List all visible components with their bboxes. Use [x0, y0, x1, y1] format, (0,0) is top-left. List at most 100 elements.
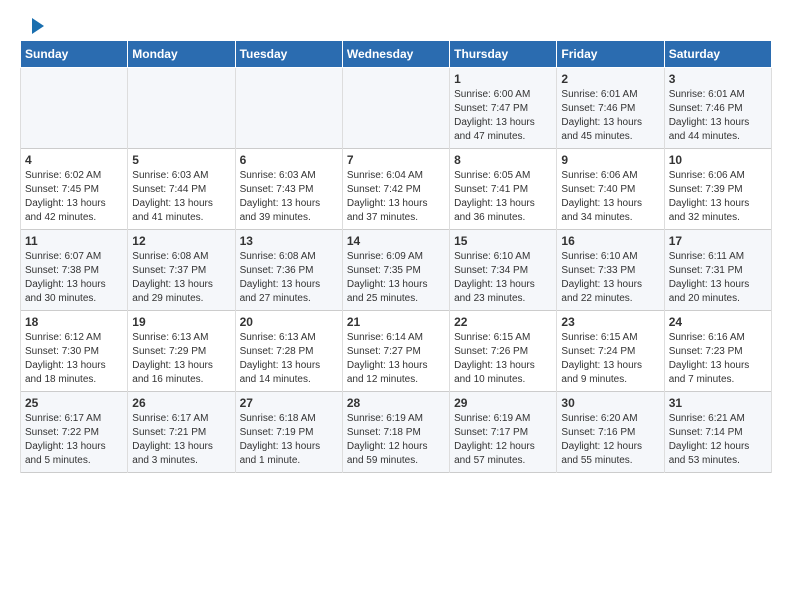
- day-info: Sunrise: 6:06 AM Sunset: 7:40 PM Dayligh…: [561, 169, 659, 225]
- day-info: Sunrise: 6:13 AM Sunset: 7:29 PM Dayligh…: [132, 331, 230, 387]
- day-number: 7: [347, 153, 445, 167]
- day-number: 5: [132, 153, 230, 167]
- day-number: 24: [669, 315, 767, 329]
- day-number: 16: [561, 234, 659, 248]
- header-cell-sunday: Sunday: [21, 41, 128, 68]
- day-number: 27: [240, 396, 338, 410]
- day-cell: 9 Sunrise: 6:06 AM Sunset: 7:40 PM Daylig…: [557, 149, 664, 230]
- day-info: Sunrise: 6:14 AM Sunset: 7:27 PM Dayligh…: [347, 331, 445, 387]
- header-cell-wednesday: Wednesday: [342, 41, 449, 68]
- day-info: Sunrise: 6:16 AM Sunset: 7:23 PM Dayligh…: [669, 331, 767, 387]
- week-row-4: 18 Sunrise: 6:12 AM Sunset: 7:30 PM Dayli…: [21, 311, 772, 392]
- day-cell: 1 Sunrise: 6:00 AM Sunset: 7:47 PM Daylig…: [450, 68, 557, 149]
- day-number: 28: [347, 396, 445, 410]
- header-cell-tuesday: Tuesday: [235, 41, 342, 68]
- day-cell: 19 Sunrise: 6:13 AM Sunset: 7:29 PM Dayli…: [128, 311, 235, 392]
- calendar-header: SundayMondayTuesdayWednesdayThursdayFrid…: [21, 41, 772, 68]
- day-cell: 29 Sunrise: 6:19 AM Sunset: 7:17 PM Dayli…: [450, 392, 557, 473]
- day-cell: [342, 68, 449, 149]
- day-cell: 28 Sunrise: 6:19 AM Sunset: 7:18 PM Dayli…: [342, 392, 449, 473]
- day-number: 4: [25, 153, 123, 167]
- header-cell-monday: Monday: [128, 41, 235, 68]
- day-info: Sunrise: 6:19 AM Sunset: 7:18 PM Dayligh…: [347, 412, 445, 468]
- day-number: 18: [25, 315, 123, 329]
- day-info: Sunrise: 6:07 AM Sunset: 7:38 PM Dayligh…: [25, 250, 123, 306]
- day-info: Sunrise: 6:10 AM Sunset: 7:34 PM Dayligh…: [454, 250, 552, 306]
- day-cell: 12Sunrise: 6:08 AM Sunset: 7:37 PM Dayli…: [128, 230, 235, 311]
- header-cell-thursday: Thursday: [450, 41, 557, 68]
- day-number: 20: [240, 315, 338, 329]
- day-info: Sunrise: 6:06 AM Sunset: 7:39 PM Dayligh…: [669, 169, 767, 225]
- day-number: 17: [669, 234, 767, 248]
- week-row-1: 1 Sunrise: 6:00 AM Sunset: 7:47 PM Daylig…: [21, 68, 772, 149]
- day-number: 19: [132, 315, 230, 329]
- day-number: 23: [561, 315, 659, 329]
- day-info: Sunrise: 6:03 AM Sunset: 7:44 PM Dayligh…: [132, 169, 230, 225]
- day-number: 1: [454, 72, 552, 86]
- day-cell: 30Sunrise: 6:20 AM Sunset: 7:16 PM Dayli…: [557, 392, 664, 473]
- logo-icon: [22, 16, 46, 34]
- day-number: 21: [347, 315, 445, 329]
- day-cell: 26Sunrise: 6:17 AM Sunset: 7:21 PM Dayli…: [128, 392, 235, 473]
- day-number: 9: [561, 153, 659, 167]
- day-info: Sunrise: 6:20 AM Sunset: 7:16 PM Dayligh…: [561, 412, 659, 468]
- day-info: Sunrise: 6:13 AM Sunset: 7:28 PM Dayligh…: [240, 331, 338, 387]
- day-number: 6: [240, 153, 338, 167]
- day-number: 31: [669, 396, 767, 410]
- day-cell: 3Sunrise: 6:01 AM Sunset: 7:46 PM Daylig…: [664, 68, 771, 149]
- day-number: 22: [454, 315, 552, 329]
- day-info: Sunrise: 6:00 AM Sunset: 7:47 PM Dayligh…: [454, 88, 552, 144]
- day-info: Sunrise: 6:12 AM Sunset: 7:30 PM Dayligh…: [25, 331, 123, 387]
- day-cell: 22 Sunrise: 6:15 AM Sunset: 7:26 PM Dayli…: [450, 311, 557, 392]
- day-cell: 13 Sunrise: 6:08 AM Sunset: 7:36 PM Dayli…: [235, 230, 342, 311]
- day-cell: 16 Sunrise: 6:10 AM Sunset: 7:33 PM Dayli…: [557, 230, 664, 311]
- day-info: Sunrise: 6:10 AM Sunset: 7:33 PM Dayligh…: [561, 250, 659, 306]
- day-cell: 7 Sunrise: 6:04 AM Sunset: 7:42 PM Daylig…: [342, 149, 449, 230]
- day-cell: 17 Sunrise: 6:11 AM Sunset: 7:31 PM Dayli…: [664, 230, 771, 311]
- header: [20, 16, 772, 34]
- day-info: Sunrise: 6:15 AM Sunset: 7:26 PM Dayligh…: [454, 331, 552, 387]
- day-info: Sunrise: 6:19 AM Sunset: 7:17 PM Dayligh…: [454, 412, 552, 468]
- day-number: 8: [454, 153, 552, 167]
- day-info: Sunrise: 6:18 AM Sunset: 7:19 PM Dayligh…: [240, 412, 338, 468]
- day-cell: 14Sunrise: 6:09 AM Sunset: 7:35 PM Dayli…: [342, 230, 449, 311]
- day-cell: 6 Sunrise: 6:03 AM Sunset: 7:43 PM Daylig…: [235, 149, 342, 230]
- day-cell: [128, 68, 235, 149]
- day-cell: 18 Sunrise: 6:12 AM Sunset: 7:30 PM Dayli…: [21, 311, 128, 392]
- day-cell: [235, 68, 342, 149]
- week-row-3: 11 Sunrise: 6:07 AM Sunset: 7:38 PM Dayli…: [21, 230, 772, 311]
- week-row-2: 4Sunrise: 6:02 AM Sunset: 7:45 PM Daylig…: [21, 149, 772, 230]
- logo: [20, 16, 46, 34]
- day-number: 10: [669, 153, 767, 167]
- day-cell: 24 Sunrise: 6:16 AM Sunset: 7:23 PM Dayli…: [664, 311, 771, 392]
- day-cell: 11 Sunrise: 6:07 AM Sunset: 7:38 PM Dayli…: [21, 230, 128, 311]
- header-row: SundayMondayTuesdayWednesdayThursdayFrid…: [21, 41, 772, 68]
- day-info: Sunrise: 6:08 AM Sunset: 7:36 PM Dayligh…: [240, 250, 338, 306]
- day-cell: 20 Sunrise: 6:13 AM Sunset: 7:28 PM Dayli…: [235, 311, 342, 392]
- day-cell: 27 Sunrise: 6:18 AM Sunset: 7:19 PM Dayli…: [235, 392, 342, 473]
- day-info: Sunrise: 6:05 AM Sunset: 7:41 PM Dayligh…: [454, 169, 552, 225]
- day-number: 29: [454, 396, 552, 410]
- day-info: Sunrise: 6:17 AM Sunset: 7:21 PM Dayligh…: [132, 412, 230, 468]
- header-cell-saturday: Saturday: [664, 41, 771, 68]
- day-info: Sunrise: 6:15 AM Sunset: 7:24 PM Dayligh…: [561, 331, 659, 387]
- day-number: 15: [454, 234, 552, 248]
- week-row-5: 25Sunrise: 6:17 AM Sunset: 7:22 PM Dayli…: [21, 392, 772, 473]
- day-cell: 2Sunrise: 6:01 AM Sunset: 7:46 PM Daylig…: [557, 68, 664, 149]
- day-number: 11: [25, 234, 123, 248]
- day-cell: 15 Sunrise: 6:10 AM Sunset: 7:34 PM Dayli…: [450, 230, 557, 311]
- day-info: Sunrise: 6:09 AM Sunset: 7:35 PM Dayligh…: [347, 250, 445, 306]
- day-info: Sunrise: 6:03 AM Sunset: 7:43 PM Dayligh…: [240, 169, 338, 225]
- day-info: Sunrise: 6:11 AM Sunset: 7:31 PM Dayligh…: [669, 250, 767, 306]
- day-number: 13: [240, 234, 338, 248]
- day-number: 3: [669, 72, 767, 86]
- day-cell: 23 Sunrise: 6:15 AM Sunset: 7:24 PM Dayli…: [557, 311, 664, 392]
- day-cell: 4Sunrise: 6:02 AM Sunset: 7:45 PM Daylig…: [21, 149, 128, 230]
- day-info: Sunrise: 6:17 AM Sunset: 7:22 PM Dayligh…: [25, 412, 123, 468]
- day-cell: 5 Sunrise: 6:03 AM Sunset: 7:44 PM Daylig…: [128, 149, 235, 230]
- day-info: Sunrise: 6:04 AM Sunset: 7:42 PM Dayligh…: [347, 169, 445, 225]
- day-cell: 31Sunrise: 6:21 AM Sunset: 7:14 PM Dayli…: [664, 392, 771, 473]
- calendar-body: 1 Sunrise: 6:00 AM Sunset: 7:47 PM Daylig…: [21, 68, 772, 473]
- header-cell-friday: Friday: [557, 41, 664, 68]
- day-info: Sunrise: 6:01 AM Sunset: 7:46 PM Dayligh…: [561, 88, 659, 144]
